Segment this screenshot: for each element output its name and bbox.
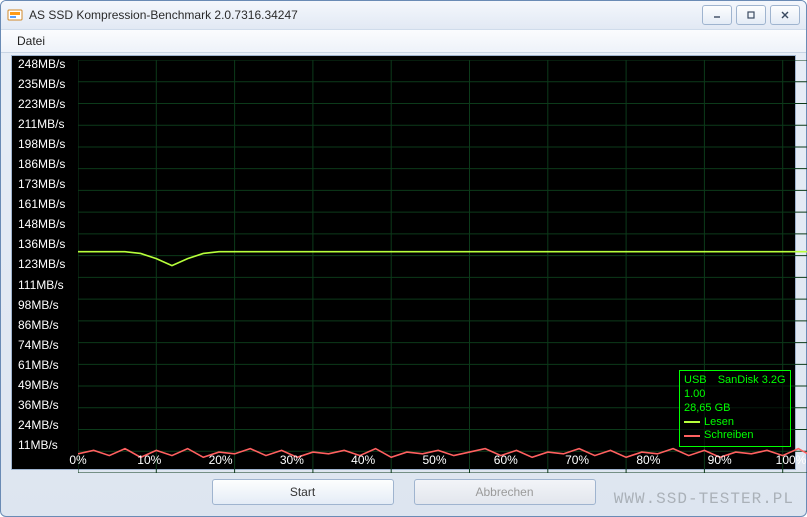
y-tick-label: 111MB/s [18,279,78,291]
y-tick-label: 61MB/s [18,359,78,371]
app-window: AS SSD Kompression-Benchmark 2.0.7316.34… [0,0,807,517]
y-tick-label: 173MB/s [18,178,78,190]
y-tick-label: 211MB/s [18,118,78,130]
y-tick-label: 148MB/s [18,218,78,230]
y-tick-label: 98MB/s [18,299,78,311]
legend-capacity: 28,65 GB [684,402,730,416]
x-tick-label: 10% [137,453,161,467]
legend-iface: USB [684,374,707,388]
y-axis-labels: 248MB/s 235MB/s 223MB/s 211MB/s 198MB/s 186MB… [18,58,78,451]
y-tick-label: 223MB/s [18,98,78,110]
x-tick-label: 40% [351,453,375,467]
titlebar: AS SSD Kompression-Benchmark 2.0.7316.34… [1,1,806,29]
legend-swatch-read [684,421,700,423]
y-tick-label: 49MB/s [18,379,78,391]
menubar: Datei [1,29,806,53]
chart-area: 248MB/s 235MB/s 223MB/s 211MB/s 198MB/s 186MB… [11,55,796,470]
y-tick-label: 86MB/s [18,319,78,331]
minimize-button[interactable] [702,5,732,25]
legend-swatch-write [684,435,700,437]
x-tick-label: 30% [280,453,304,467]
x-tick-label: 0% [69,453,86,467]
menu-datei[interactable]: Datei [9,32,53,50]
abort-button: Abbrechen [414,479,596,505]
y-tick-label: 186MB/s [18,158,78,170]
legend-device: SanDisk 3.2G [718,374,786,388]
series-lesen [78,252,807,266]
y-tick-label: 235MB/s [18,78,78,90]
y-tick-label: 11MB/s [18,439,78,451]
y-tick-label: 161MB/s [18,198,78,210]
y-tick-label: 248MB/s [18,58,78,70]
x-tick-label: 60% [494,453,518,467]
x-axis-labels: 0%10%20%30%40%50%60%70%80%90%100% [78,453,791,467]
y-tick-label: 36MB/s [18,399,78,411]
start-button[interactable]: Start [212,479,394,505]
watermark: WWW.SSD-TESTER.PL [614,490,794,508]
window-controls [702,5,800,25]
legend-write-label: Schreiben [704,429,754,443]
app-icon [7,7,23,23]
y-tick-label: 198MB/s [18,138,78,150]
window-title: AS SSD Kompression-Benchmark 2.0.7316.34… [29,8,702,22]
y-tick-label: 136MB/s [18,238,78,250]
legend-read-label: Lesen [704,416,734,430]
legend-box: USB SanDisk 3.2G 1.00 28,65 GB Lesen Sch… [679,370,791,447]
y-tick-label: 123MB/s [18,258,78,270]
x-tick-label: 20% [209,453,233,467]
y-tick-label: 24MB/s [18,419,78,431]
close-button[interactable] [770,5,800,25]
legend-fw: 1.00 [684,388,705,402]
x-tick-label: 50% [422,453,446,467]
y-tick-label: 74MB/s [18,339,78,351]
x-tick-label: 90% [708,453,732,467]
x-tick-label: 70% [565,453,589,467]
x-tick-label: 100% [776,453,807,467]
maximize-button[interactable] [736,5,766,25]
x-tick-label: 80% [636,453,660,467]
